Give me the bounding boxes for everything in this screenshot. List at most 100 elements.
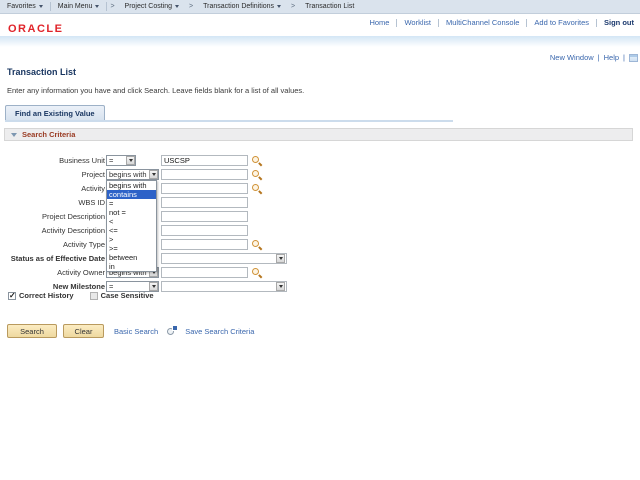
action-bar: Search Clear Basic Search Save Search Cr… <box>7 324 258 338</box>
activity-label: Activity <box>81 184 105 193</box>
tab-underline <box>5 120 453 122</box>
business-unit-label: Business Unit <box>59 156 105 165</box>
add-to-favorites-link[interactable]: Add to Favorites <box>534 18 589 27</box>
breadcrumb-project-costing[interactable]: Project Costing <box>118 0 186 14</box>
operator-option[interactable]: begins with <box>107 181 156 190</box>
home-link[interactable]: Home <box>369 18 389 27</box>
project-operator-select[interactable]: begins with <box>106 169 159 180</box>
lookup-icon[interactable] <box>252 239 262 250</box>
breadcrumb-separator <box>288 3 298 10</box>
header-links: Home Worklist MultiChannel Console Add t… <box>369 18 634 27</box>
chevron-down-icon <box>276 282 285 291</box>
divider <box>438 18 440 27</box>
operator-option[interactable]: not = <box>107 208 156 217</box>
chevron-down-icon <box>277 5 282 8</box>
new-milestone-label: New Milestone <box>52 282 105 291</box>
breadcrumb-separator <box>107 3 117 10</box>
app-header: ORACLE Home Worklist MultiChannel Consol… <box>0 15 640 36</box>
activity-description-label: Activity Description <box>41 226 105 235</box>
personalize-page-icon[interactable] <box>629 53 638 62</box>
project-input[interactable] <box>161 169 248 180</box>
utility-bar: New Window Help <box>550 53 638 62</box>
breadcrumb-separator <box>186 3 196 10</box>
worklist-link[interactable]: Worklist <box>404 18 431 27</box>
instructions-text: Enter any information you have and click… <box>7 86 305 95</box>
case-sensitive-checkbox[interactable] <box>89 291 98 300</box>
correct-history-check: Correct History <box>8 291 74 300</box>
search-button[interactable]: Search <box>7 324 57 338</box>
chevron-down-icon <box>276 254 285 263</box>
chevron-down-icon <box>38 5 43 8</box>
operator-option-highlighted[interactable]: contains <box>107 190 156 199</box>
row-business-unit: Business Unit = <box>0 155 262 166</box>
crumb-label: Transaction List <box>305 3 355 10</box>
activity-owner-input[interactable] <box>161 267 248 278</box>
activity-description-input[interactable] <box>161 225 248 236</box>
collapse-section-icon[interactable] <box>11 132 17 137</box>
business-unit-input[interactable] <box>161 155 248 166</box>
search-criteria-header: Search Criteria <box>4 128 633 141</box>
row-project: Project begins with <box>0 169 262 180</box>
operator-value: = <box>109 156 114 165</box>
operator-option[interactable]: = <box>107 199 156 208</box>
checkbox-row: Correct History Case Sensitive <box>8 291 154 300</box>
wbs-id-input[interactable] <box>161 197 248 208</box>
activity-type-input[interactable] <box>161 239 248 250</box>
operator-value: = <box>109 282 114 291</box>
operator-option[interactable]: < <box>107 217 156 226</box>
divider <box>598 53 600 62</box>
oracle-logo: ORACLE <box>8 23 64 35</box>
lookup-icon[interactable] <box>252 169 262 180</box>
operator-option[interactable]: between <box>107 253 156 262</box>
operator-dropdown-list: begins with contains = not = < <= > >= b… <box>106 180 157 272</box>
save-search-criteria-link[interactable]: Save Search Criteria <box>185 327 254 336</box>
case-sensitive-label: Case Sensitive <box>100 291 154 300</box>
tab-find-an-existing-value[interactable]: Find an Existing Value <box>5 105 105 120</box>
project-label: Project <box>81 170 105 179</box>
project-description-input[interactable] <box>161 211 248 222</box>
operator-option[interactable]: > <box>107 235 156 244</box>
wbs-id-label: WBS ID <box>78 198 105 207</box>
activity-input[interactable] <box>161 183 248 194</box>
section-title: Search Criteria <box>22 130 76 139</box>
activity-type-label: Activity Type <box>63 240 105 249</box>
operator-option[interactable]: <= <box>107 226 156 235</box>
new-milestone-select[interactable] <box>161 281 287 292</box>
help-link[interactable]: Help <box>604 53 619 62</box>
correct-history-checkbox[interactable] <box>8 291 16 300</box>
business-unit-operator-select[interactable]: = <box>106 155 136 166</box>
multichannel-console-link[interactable]: MultiChannel Console <box>446 18 519 27</box>
operator-value: begins with <box>109 170 147 179</box>
divider <box>526 18 528 27</box>
basic-search-link[interactable]: Basic Search <box>114 327 158 336</box>
breadcrumb-transaction-definitions[interactable]: Transaction Definitions <box>196 0 288 14</box>
case-sensitive-check: Case Sensitive <box>89 291 154 300</box>
chevron-down-icon <box>175 5 179 8</box>
chevron-down-icon <box>126 156 135 165</box>
divider <box>596 18 597 27</box>
project-description-label: Project Description <box>42 212 105 221</box>
header-gradient <box>0 36 640 47</box>
clear-button[interactable]: Clear <box>63 324 104 338</box>
divider <box>396 18 398 27</box>
page-title: Transaction List <box>7 67 77 77</box>
divider <box>623 53 625 62</box>
save-search-criteria-icon[interactable] <box>166 326 178 336</box>
main-menu-label: Main Menu <box>57 3 93 10</box>
crumb-label: Project Costing <box>124 3 172 10</box>
chevron-down-icon <box>95 5 100 8</box>
breadcrumb-transaction-list[interactable]: Transaction List <box>298 0 361 14</box>
main-menu[interactable]: Main Menu <box>51 0 107 14</box>
sign-out-link[interactable]: Sign out <box>604 18 634 27</box>
chevron-down-icon <box>149 282 158 291</box>
lookup-icon[interactable] <box>252 155 262 166</box>
operator-option[interactable]: >= <box>107 244 156 253</box>
favorites-menu[interactable]: Favorites <box>0 0 50 14</box>
status-effective-date-select[interactable] <box>161 253 287 264</box>
new-window-link[interactable]: New Window <box>550 53 594 62</box>
operator-option[interactable]: in <box>107 262 156 271</box>
lookup-icon[interactable] <box>252 183 262 194</box>
activity-owner-label: Activity Owner <box>57 268 105 277</box>
lookup-icon[interactable] <box>252 267 262 278</box>
breadcrumb: Favorites Main Menu Project Costing Tran… <box>0 0 640 14</box>
